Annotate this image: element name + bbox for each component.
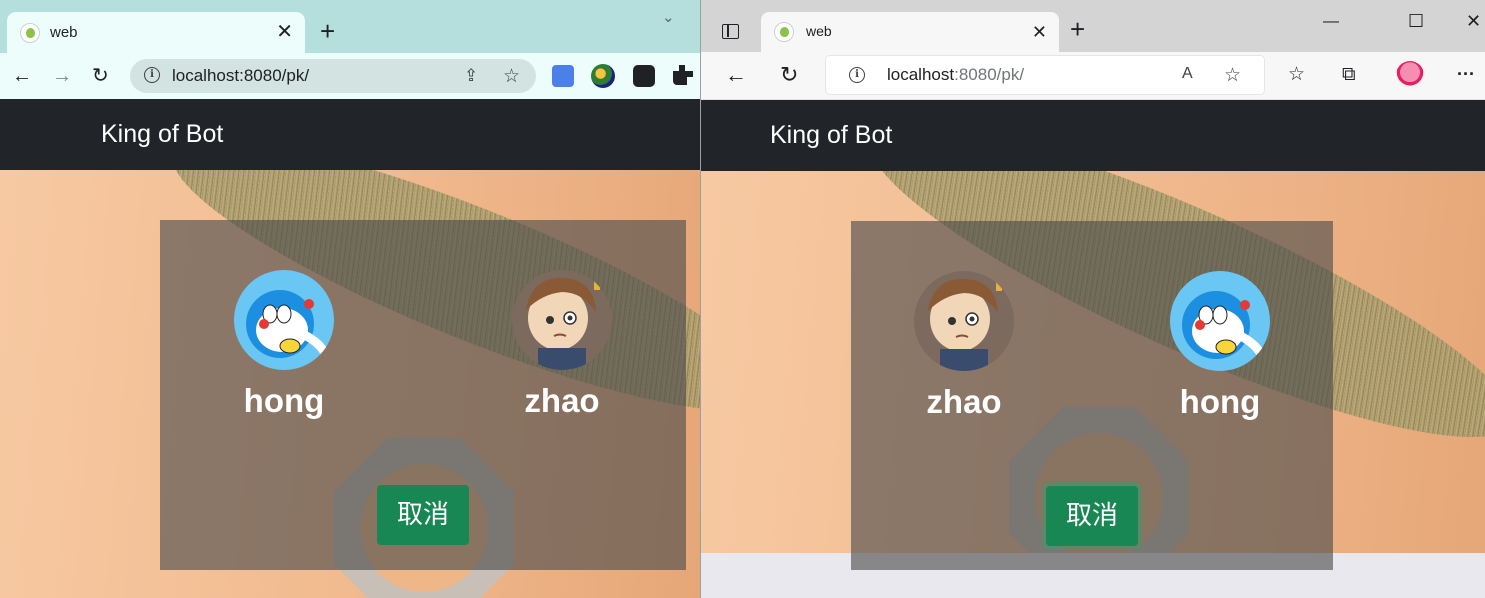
back-button[interactable]: ← [725,64,747,86]
page-navbar: King of Bot [0,99,700,170]
add-favorite-icon[interactable]: ☆ [1224,64,1241,87]
tab-strip: web ✕ + — ☐ ✕ [701,0,1485,52]
page-background: zhao hong 取消 [701,171,1485,598]
tab-search-icon[interactable]: ⌄ [662,8,675,26]
cancel-match-button[interactable]: 取消 [1046,486,1138,546]
player-name: hong [243,382,325,419]
player-opponent: zhao [512,270,612,420]
browser-tab[interactable]: web ✕ [7,12,305,54]
cancel-match-button[interactable]: 取消 [377,485,469,545]
reload-button[interactable]: ↻ [92,65,109,87]
tab-close-icon[interactable]: ✕ [276,22,293,42]
page-background: hong zhao 取消 [0,170,700,598]
url-text[interactable]: localhost:8080/pk/ [172,66,309,86]
browser-toolbar: ← → ↻ i localhost:8080/pk/ ⇪ ☆ [0,53,700,99]
favicon-icon [20,23,40,43]
tab-title: web [50,24,78,41]
doraemon-avatar [1170,271,1270,371]
tampermonkey-extension-icon[interactable] [633,65,655,87]
match-panel: zhao hong 取消 [851,221,1333,570]
match-panel: hong zhao 取消 [160,220,686,570]
address-bar[interactable]: i localhost:8080/pk/ ⇪ ☆ [130,59,536,93]
extensions-puzzle-icon[interactable] [673,65,693,85]
share-icon[interactable]: ⇪ [464,66,478,86]
player-name: zhao [524,382,600,419]
brand-link[interactable]: King of Bot [770,121,892,150]
new-tab-button[interactable]: + [1070,16,1085,42]
player-name: zhao [926,383,1002,420]
bookmark-star-icon[interactable]: ☆ [503,65,520,88]
browser-tab[interactable]: web ✕ [761,12,1059,52]
tab-strip: web ✕ + ⌄ [0,0,700,54]
maximize-button[interactable]: ☐ [1408,11,1424,32]
page-navbar: King of Bot [701,100,1485,171]
globe-extension-icon[interactable] [591,64,615,88]
translate-extension-icon[interactable] [552,65,574,87]
tab-close-icon[interactable]: ✕ [1032,22,1047,42]
close-window-button[interactable]: ✕ [1466,11,1481,32]
collections-icon[interactable]: ⧉ [1342,64,1356,86]
more-menu-icon[interactable]: ··· [1457,63,1475,85]
tab-title: web [806,23,832,39]
profile-avatar[interactable] [1396,61,1424,89]
boy-avatar [512,270,612,370]
favicon-icon [774,22,794,42]
brand-link[interactable]: King of Bot [101,120,223,149]
new-tab-button[interactable]: + [320,18,335,44]
minimize-button[interactable]: — [1323,13,1339,31]
back-button[interactable]: ← [12,65,32,87]
edge-window: web ✕ + — ☐ ✕ ← ↻ i localhost:8080/pk/ A… [701,0,1485,598]
tab-actions-icon[interactable] [722,24,739,39]
forward-button[interactable]: → [52,65,72,87]
favorites-icon[interactable]: ☆ [1288,64,1305,86]
doraemon-avatar [234,270,334,370]
player-self: zhao [914,271,1014,421]
boy-avatar [914,271,1014,371]
chrome-window: web ✕ + ⌄ ← → ↻ i localhost:8080/pk/ ⇪ ☆… [0,0,700,598]
player-name: hong [1179,383,1261,420]
browser-toolbar: ← ↻ i localhost:8080/pk/ A ☆ ☆ ⧉ ··· [701,52,1485,100]
site-info-icon[interactable]: i [144,67,160,83]
url-text[interactable]: localhost:8080/pk/ [887,65,1024,85]
player-self: hong [234,270,334,420]
site-info-icon[interactable]: i [849,67,865,83]
read-aloud-icon[interactable]: A [1182,65,1193,83]
address-bar[interactable]: i localhost:8080/pk/ A ☆ [826,56,1264,94]
player-opponent: hong [1170,271,1270,421]
reload-button[interactable]: ↻ [780,64,798,86]
